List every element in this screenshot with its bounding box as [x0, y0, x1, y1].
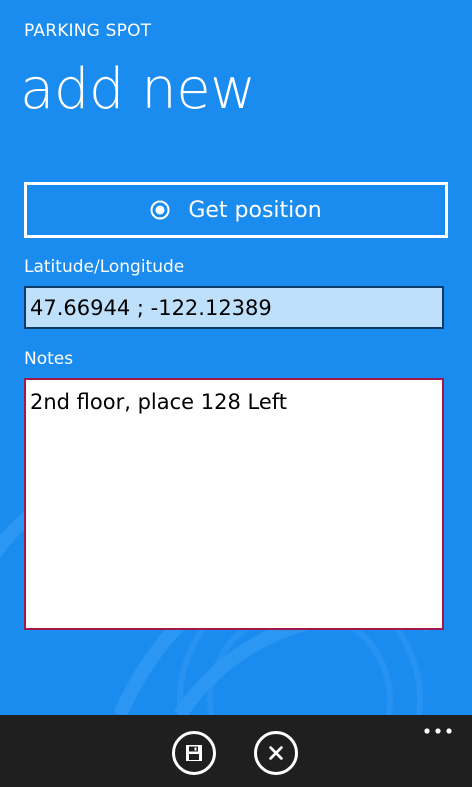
close-icon — [269, 746, 283, 760]
save-icon — [186, 745, 202, 761]
notes-input[interactable]: 2nd floor, place 128 Left — [24, 378, 444, 630]
more-options-button[interactable] — [418, 719, 458, 743]
get-position-label: Get position — [188, 197, 322, 223]
notes-label: Notes — [24, 349, 74, 369]
cancel-button[interactable] — [254, 731, 298, 775]
add-parking-spot-screen: PARKING SPOT add new Get position Latitu… — [0, 0, 472, 787]
page-title: add new — [20, 57, 256, 122]
save-button[interactable] — [172, 731, 216, 775]
radio-icon — [150, 200, 170, 220]
get-position-button[interactable]: Get position — [24, 182, 448, 238]
latlng-label: Latitude/Longitude — [24, 257, 185, 277]
app-bar — [0, 715, 472, 787]
ellipsis-icon — [424, 728, 452, 734]
app-title: PARKING SPOT — [24, 21, 152, 41]
latlng-input[interactable] — [24, 286, 444, 329]
